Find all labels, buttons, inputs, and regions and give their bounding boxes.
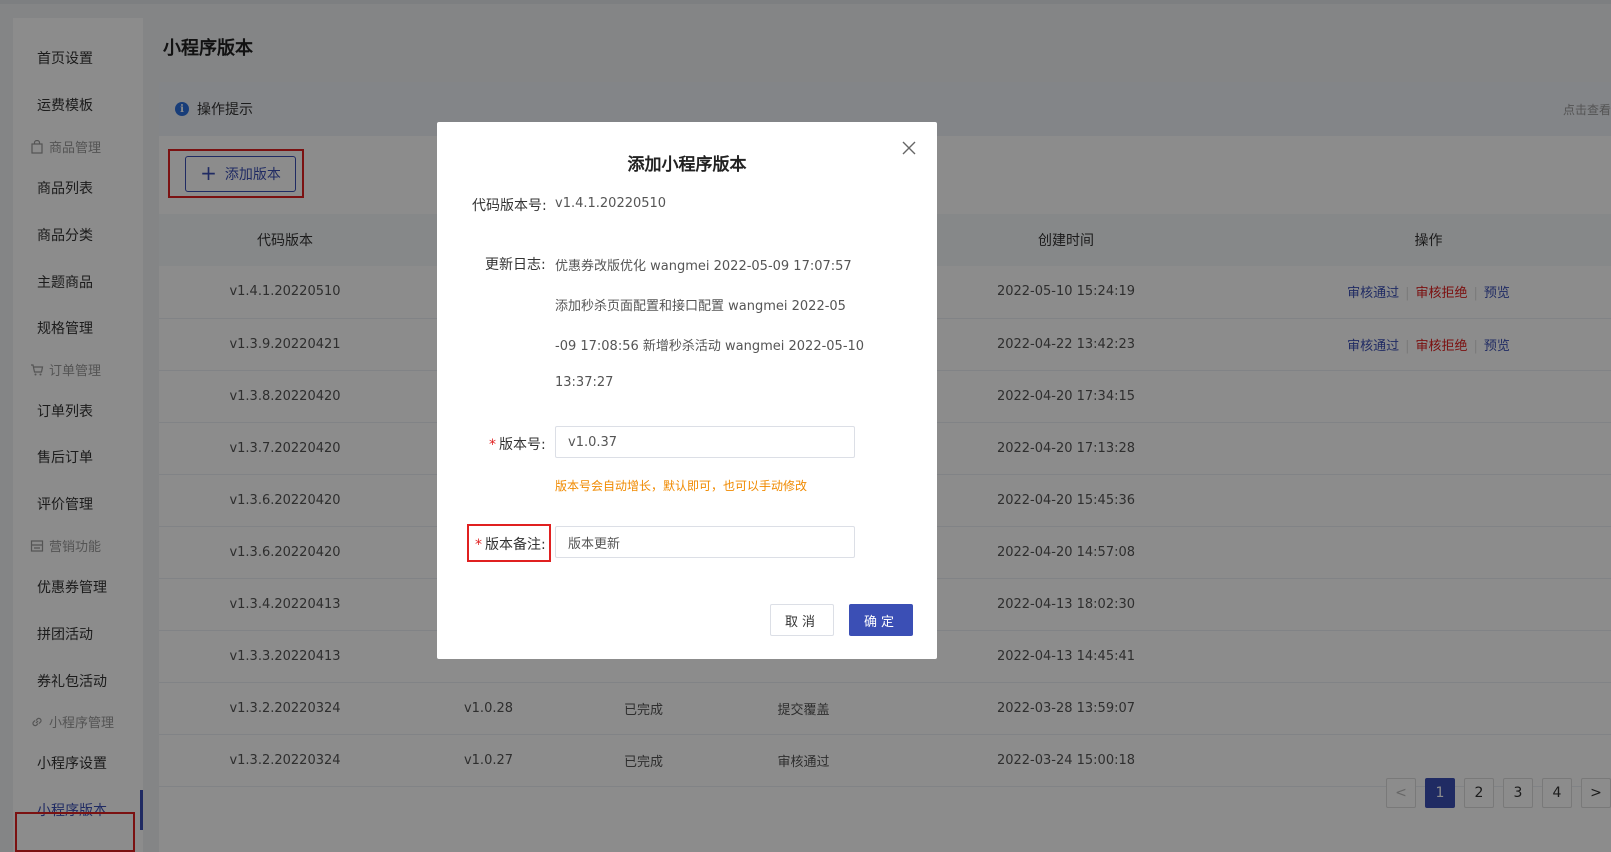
version-number-hint: 版本号会自动增长，默认即可，也可以手动修改 (555, 479, 808, 493)
version-number-label: * 版本号: (489, 434, 546, 454)
add-version-dialog: 添加小程序版本 代码版本号: v1.4.1.20220510 更新日志: 优惠券… (437, 122, 937, 659)
close-icon[interactable] (901, 140, 917, 156)
cancel-button[interactable]: 取消 (770, 604, 834, 636)
code-version-value: v1.4.1.20220510 (555, 196, 667, 211)
code-version-label: 代码版本号: (472, 198, 547, 214)
required-mark: * (489, 437, 496, 453)
changelog-line: 添加秒杀页面配置和接口配置 wangmei 2022-05 (555, 299, 846, 314)
version-number-label-text: 版本号: (499, 437, 546, 453)
changelog-line: 13:37:27 (555, 375, 614, 390)
version-remark-input[interactable]: 版本更新 (555, 526, 855, 558)
highlight-remark-label (467, 524, 551, 562)
changelog-line: 优惠券改版优化 wangmei 2022-05-09 17:07:57 (555, 259, 852, 274)
changelog-label: 更新日志: (485, 257, 546, 273)
confirm-button[interactable]: 确定 (849, 604, 913, 636)
changelog-line: -09 17:08:56 新增秒杀活动 wangmei 2022-05-10 (555, 339, 865, 354)
version-number-input[interactable]: v1.0.37 (555, 426, 855, 458)
dialog-title: 添加小程序版本 (627, 155, 747, 175)
